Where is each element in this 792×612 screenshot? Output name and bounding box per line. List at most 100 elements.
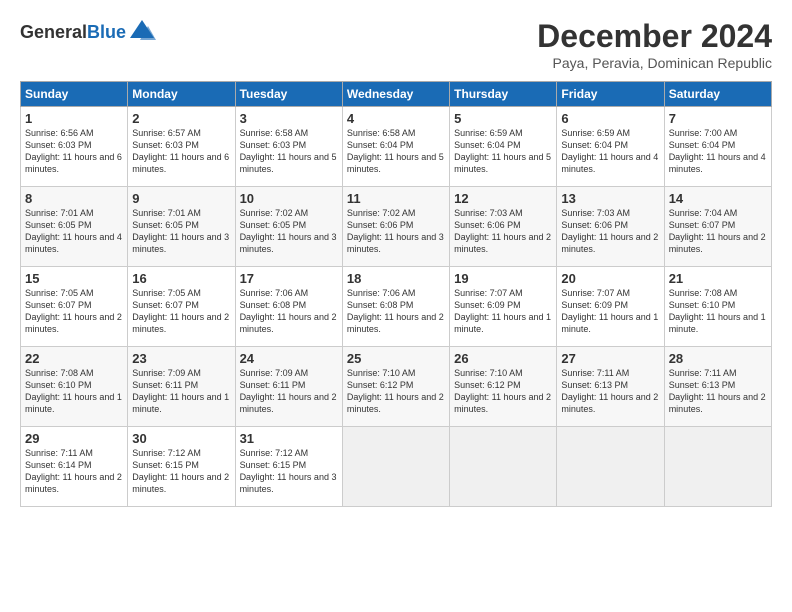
table-row: 22 Sunrise: 7:08 AM Sunset: 6:10 PM Dayl… [21, 347, 772, 427]
cell-content: Sunrise: 7:10 AM Sunset: 6:12 PM Dayligh… [347, 367, 445, 416]
list-item: 12 Sunrise: 7:03 AM Sunset: 6:06 PM Dayl… [450, 187, 557, 267]
cell-content: Sunrise: 7:11 AM Sunset: 6:14 PM Dayligh… [25, 447, 123, 496]
day-number: 6 [561, 111, 659, 126]
day-number: 4 [347, 111, 445, 126]
day-number: 17 [240, 271, 338, 286]
list-item: 31 Sunrise: 7:12 AM Sunset: 6:15 PM Dayl… [235, 427, 342, 507]
page: GeneralBlue December 2024 Paya, Peravia,… [0, 0, 792, 517]
cell-content: Sunrise: 6:56 AM Sunset: 6:03 PM Dayligh… [25, 127, 123, 176]
cell-content: Sunrise: 7:06 AM Sunset: 6:08 PM Dayligh… [347, 287, 445, 336]
cell-content: Sunrise: 7:03 AM Sunset: 6:06 PM Dayligh… [454, 207, 552, 256]
day-number: 2 [132, 111, 230, 126]
cell-content: Sunrise: 7:07 AM Sunset: 6:09 PM Dayligh… [561, 287, 659, 336]
cell-content: Sunrise: 7:10 AM Sunset: 6:12 PM Dayligh… [454, 367, 552, 416]
day-number: 10 [240, 191, 338, 206]
cell-content: Sunrise: 7:02 AM Sunset: 6:05 PM Dayligh… [240, 207, 338, 256]
table-row: 8 Sunrise: 7:01 AM Sunset: 6:05 PM Dayli… [21, 187, 772, 267]
list-item: 29 Sunrise: 7:11 AM Sunset: 6:14 PM Dayl… [21, 427, 128, 507]
list-item [342, 427, 449, 507]
table-row: 29 Sunrise: 7:11 AM Sunset: 6:14 PM Dayl… [21, 427, 772, 507]
list-item [664, 427, 771, 507]
table-row: 1 Sunrise: 6:56 AM Sunset: 6:03 PM Dayli… [21, 107, 772, 187]
cell-content: Sunrise: 7:09 AM Sunset: 6:11 PM Dayligh… [240, 367, 338, 416]
cell-content: Sunrise: 7:02 AM Sunset: 6:06 PM Dayligh… [347, 207, 445, 256]
day-number: 21 [669, 271, 767, 286]
logo: GeneralBlue [20, 18, 156, 46]
cell-content: Sunrise: 7:11 AM Sunset: 6:13 PM Dayligh… [669, 367, 767, 416]
list-item: 30 Sunrise: 7:12 AM Sunset: 6:15 PM Dayl… [128, 427, 235, 507]
list-item: 3 Sunrise: 6:58 AM Sunset: 6:03 PM Dayli… [235, 107, 342, 187]
cell-content: Sunrise: 7:11 AM Sunset: 6:13 PM Dayligh… [561, 367, 659, 416]
header: GeneralBlue December 2024 Paya, Peravia,… [20, 18, 772, 71]
cell-content: Sunrise: 6:59 AM Sunset: 6:04 PM Dayligh… [454, 127, 552, 176]
day-number: 3 [240, 111, 338, 126]
day-number: 13 [561, 191, 659, 206]
list-item: 16 Sunrise: 7:05 AM Sunset: 6:07 PM Dayl… [128, 267, 235, 347]
cell-content: Sunrise: 6:59 AM Sunset: 6:04 PM Dayligh… [561, 127, 659, 176]
list-item: 7 Sunrise: 7:00 AM Sunset: 6:04 PM Dayli… [664, 107, 771, 187]
list-item: 10 Sunrise: 7:02 AM Sunset: 6:05 PM Dayl… [235, 187, 342, 267]
list-item: 27 Sunrise: 7:11 AM Sunset: 6:13 PM Dayl… [557, 347, 664, 427]
col-monday: Monday [128, 82, 235, 107]
cell-content: Sunrise: 7:05 AM Sunset: 6:07 PM Dayligh… [132, 287, 230, 336]
location-title: Paya, Peravia, Dominican Republic [537, 55, 772, 71]
day-number: 26 [454, 351, 552, 366]
table-row: 15 Sunrise: 7:05 AM Sunset: 6:07 PM Dayl… [21, 267, 772, 347]
day-number: 24 [240, 351, 338, 366]
list-item: 9 Sunrise: 7:01 AM Sunset: 6:05 PM Dayli… [128, 187, 235, 267]
list-item: 22 Sunrise: 7:08 AM Sunset: 6:10 PM Dayl… [21, 347, 128, 427]
day-number: 7 [669, 111, 767, 126]
list-item: 23 Sunrise: 7:09 AM Sunset: 6:11 PM Dayl… [128, 347, 235, 427]
logo-blue: Blue [87, 22, 126, 42]
list-item: 18 Sunrise: 7:06 AM Sunset: 6:08 PM Dayl… [342, 267, 449, 347]
day-number: 9 [132, 191, 230, 206]
cell-content: Sunrise: 7:01 AM Sunset: 6:05 PM Dayligh… [132, 207, 230, 256]
header-row: Sunday Monday Tuesday Wednesday Thursday… [21, 82, 772, 107]
list-item: 1 Sunrise: 6:56 AM Sunset: 6:03 PM Dayli… [21, 107, 128, 187]
list-item: 11 Sunrise: 7:02 AM Sunset: 6:06 PM Dayl… [342, 187, 449, 267]
day-number: 16 [132, 271, 230, 286]
day-number: 31 [240, 431, 338, 446]
list-item: 28 Sunrise: 7:11 AM Sunset: 6:13 PM Dayl… [664, 347, 771, 427]
col-tuesday: Tuesday [235, 82, 342, 107]
cell-content: Sunrise: 6:57 AM Sunset: 6:03 PM Dayligh… [132, 127, 230, 176]
list-item: 13 Sunrise: 7:03 AM Sunset: 6:06 PM Dayl… [557, 187, 664, 267]
list-item: 26 Sunrise: 7:10 AM Sunset: 6:12 PM Dayl… [450, 347, 557, 427]
col-wednesday: Wednesday [342, 82, 449, 107]
cell-content: Sunrise: 7:06 AM Sunset: 6:08 PM Dayligh… [240, 287, 338, 336]
list-item: 24 Sunrise: 7:09 AM Sunset: 6:11 PM Dayl… [235, 347, 342, 427]
day-number: 22 [25, 351, 123, 366]
day-number: 27 [561, 351, 659, 366]
list-item: 5 Sunrise: 6:59 AM Sunset: 6:04 PM Dayli… [450, 107, 557, 187]
list-item: 19 Sunrise: 7:07 AM Sunset: 6:09 PM Dayl… [450, 267, 557, 347]
day-number: 19 [454, 271, 552, 286]
day-number: 8 [25, 191, 123, 206]
list-item: 14 Sunrise: 7:04 AM Sunset: 6:07 PM Dayl… [664, 187, 771, 267]
day-number: 18 [347, 271, 445, 286]
title-area: December 2024 Paya, Peravia, Dominican R… [537, 18, 772, 71]
day-number: 28 [669, 351, 767, 366]
day-number: 1 [25, 111, 123, 126]
day-number: 15 [25, 271, 123, 286]
calendar-table: Sunday Monday Tuesday Wednesday Thursday… [20, 81, 772, 507]
day-number: 11 [347, 191, 445, 206]
list-item: 20 Sunrise: 7:07 AM Sunset: 6:09 PM Dayl… [557, 267, 664, 347]
col-saturday: Saturday [664, 82, 771, 107]
cell-content: Sunrise: 6:58 AM Sunset: 6:04 PM Dayligh… [347, 127, 445, 176]
logo-general: General [20, 22, 87, 42]
list-item: 2 Sunrise: 6:57 AM Sunset: 6:03 PM Dayli… [128, 107, 235, 187]
cell-content: Sunrise: 7:03 AM Sunset: 6:06 PM Dayligh… [561, 207, 659, 256]
day-number: 5 [454, 111, 552, 126]
col-friday: Friday [557, 82, 664, 107]
cell-content: Sunrise: 7:12 AM Sunset: 6:15 PM Dayligh… [132, 447, 230, 496]
cell-content: Sunrise: 7:12 AM Sunset: 6:15 PM Dayligh… [240, 447, 338, 496]
list-item: 15 Sunrise: 7:05 AM Sunset: 6:07 PM Dayl… [21, 267, 128, 347]
cell-content: Sunrise: 7:08 AM Sunset: 6:10 PM Dayligh… [25, 367, 123, 416]
col-thursday: Thursday [450, 82, 557, 107]
list-item: 21 Sunrise: 7:08 AM Sunset: 6:10 PM Dayl… [664, 267, 771, 347]
list-item: 6 Sunrise: 6:59 AM Sunset: 6:04 PM Dayli… [557, 107, 664, 187]
cell-content: Sunrise: 7:09 AM Sunset: 6:11 PM Dayligh… [132, 367, 230, 416]
list-item: 8 Sunrise: 7:01 AM Sunset: 6:05 PM Dayli… [21, 187, 128, 267]
day-number: 14 [669, 191, 767, 206]
cell-content: Sunrise: 7:04 AM Sunset: 6:07 PM Dayligh… [669, 207, 767, 256]
